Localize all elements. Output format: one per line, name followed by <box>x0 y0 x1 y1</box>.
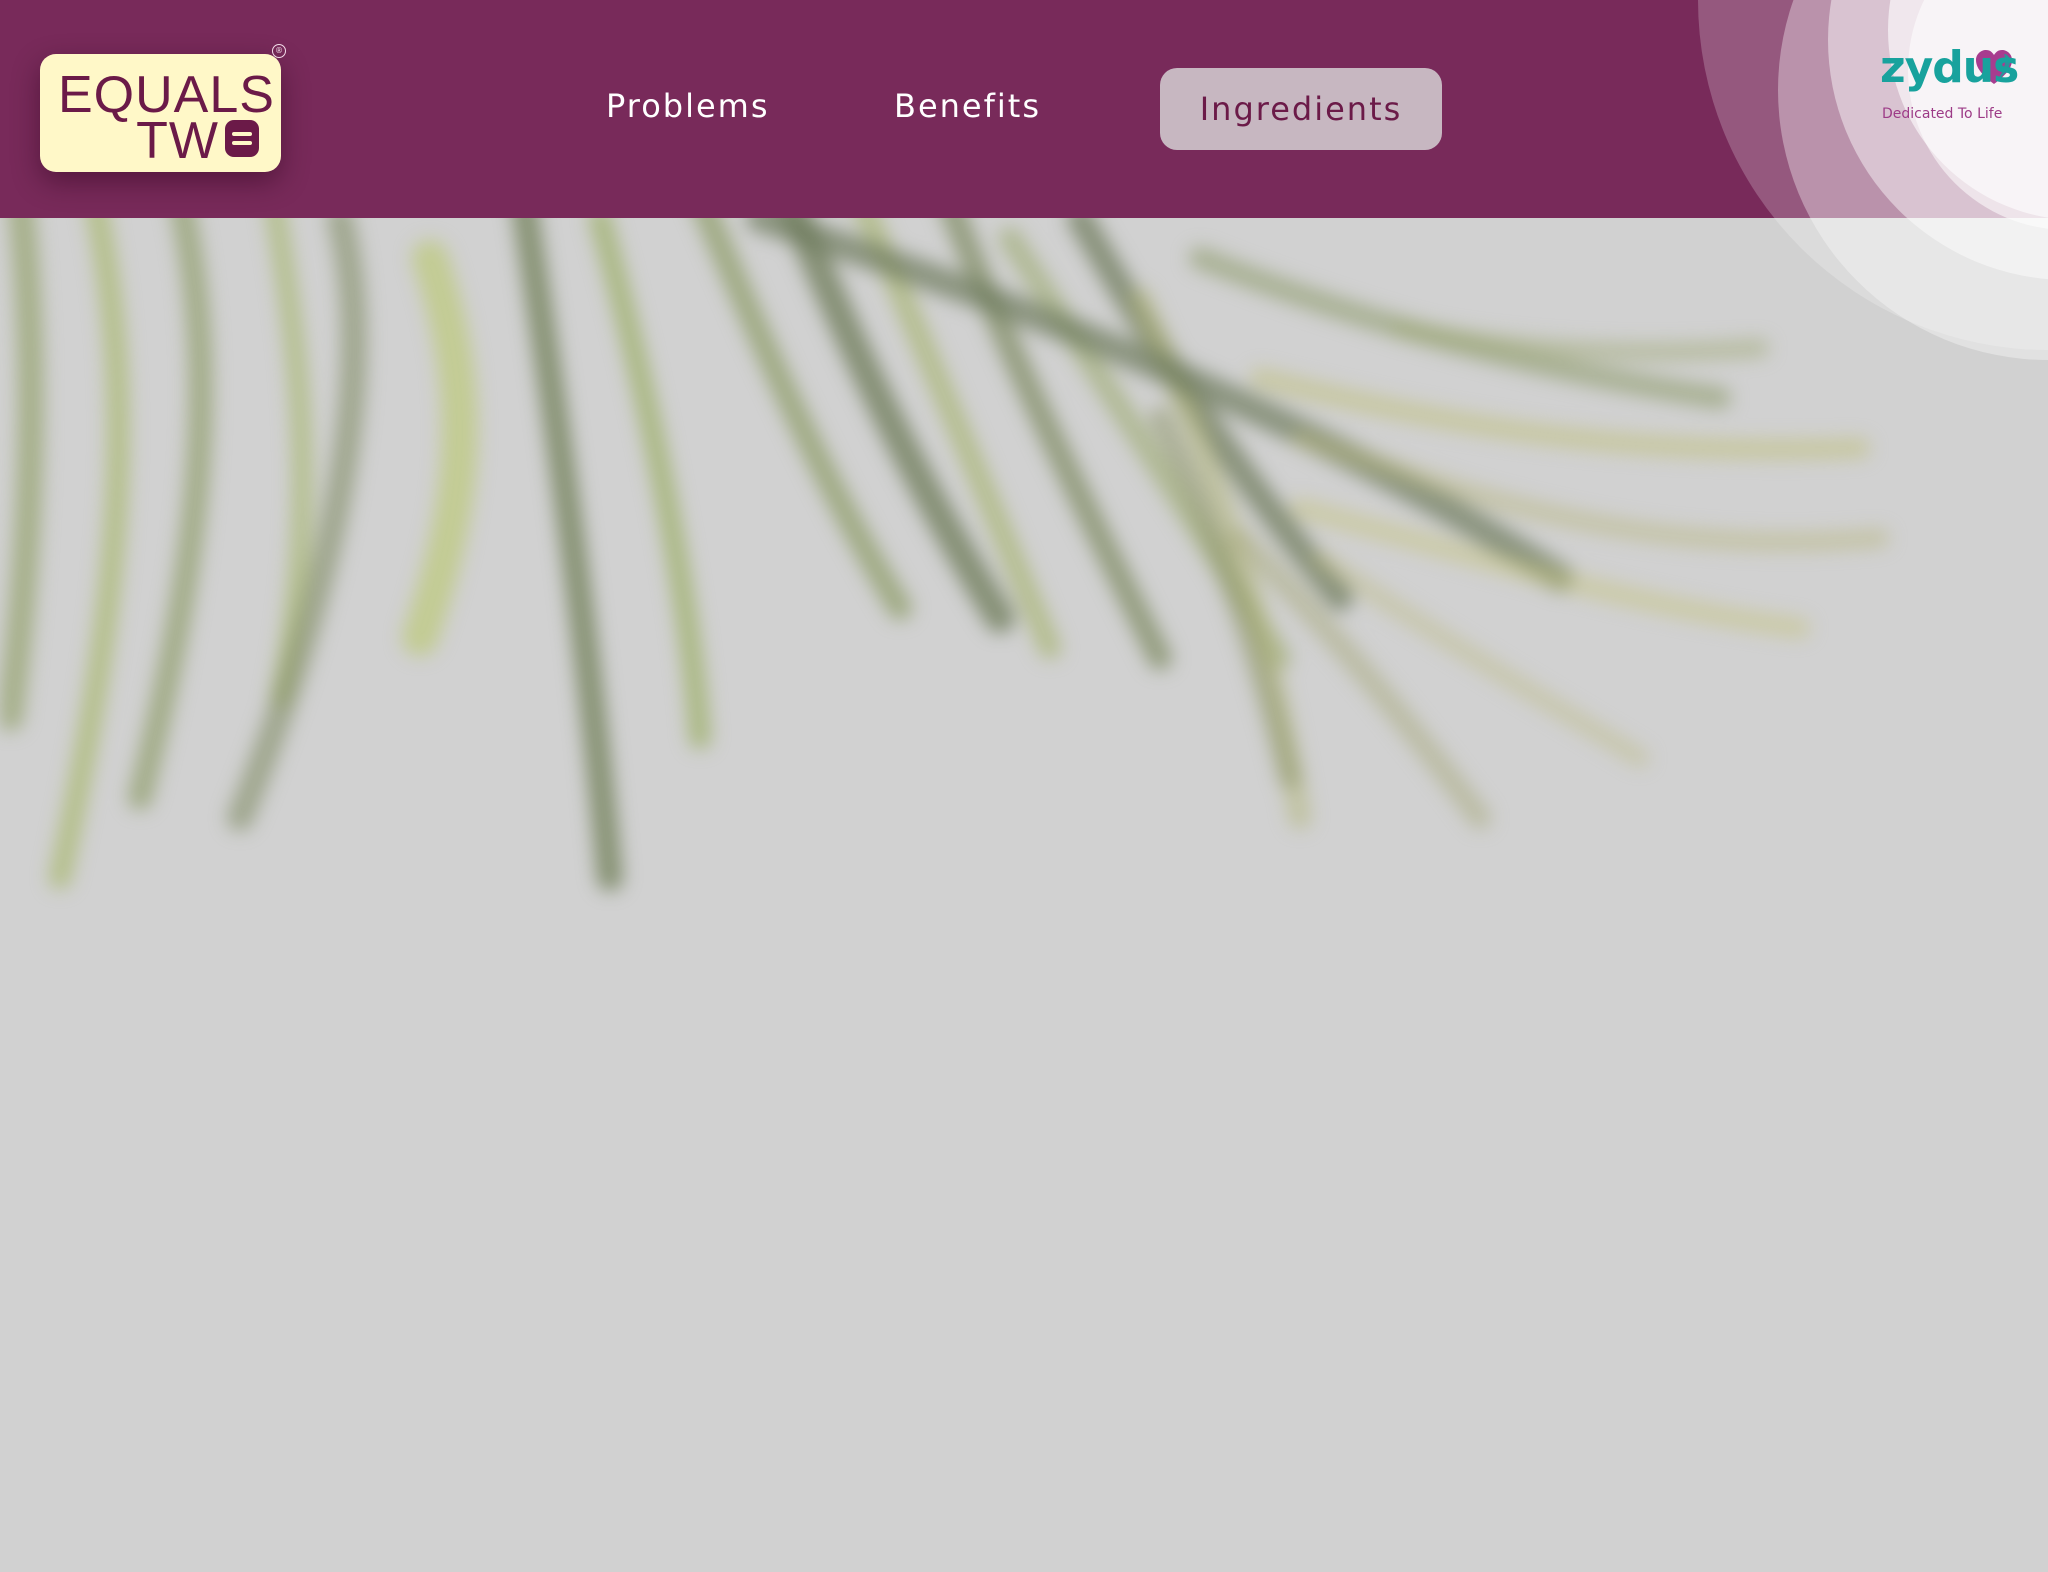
logo-text-line2: TW <box>136 112 219 170</box>
palm-fronds-background-image <box>0 218 2048 978</box>
nav-benefits[interactable]: Benefits <box>894 90 1041 122</box>
nav-problems[interactable]: Problems <box>606 90 770 122</box>
nav-ingredients[interactable]: Ingredients <box>1160 68 1442 150</box>
zydus-wordmark: zydus <box>1880 42 2019 93</box>
equals-sign-icon <box>225 120 259 157</box>
zydus-logo[interactable]: zydus Dedicated To Life <box>1880 42 2019 126</box>
equals-two-logo[interactable]: EQUALS TW <box>40 54 281 172</box>
registered-trademark-icon: ® <box>272 44 286 58</box>
zydus-tagline: Dedicated To Life <box>1882 106 2003 122</box>
